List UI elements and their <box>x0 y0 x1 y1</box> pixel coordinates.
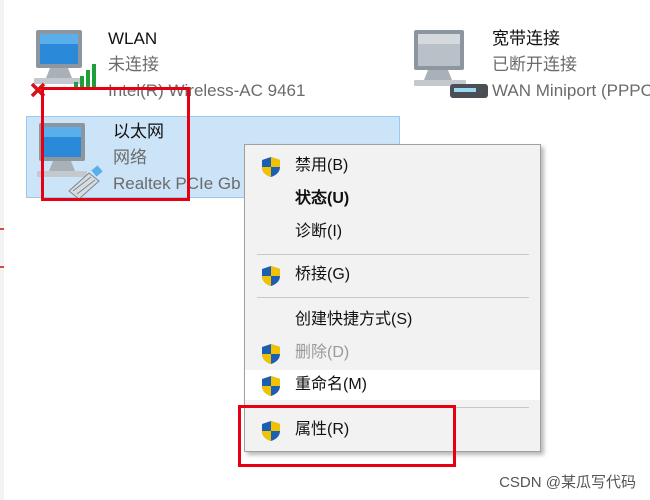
menu-item-label: 禁用(B) <box>295 157 349 174</box>
menu-item-label: 状态(U) <box>295 190 350 207</box>
uac-shield-icon <box>262 266 280 286</box>
uac-shield-icon <box>262 376 280 396</box>
left-edge-mark <box>0 266 4 268</box>
menu-separator <box>257 297 529 298</box>
left-edge-mark <box>0 228 4 230</box>
broadband-adapter-icon <box>414 30 488 98</box>
uac-shield-icon <box>262 157 280 177</box>
menu-item-label: 桥接(G) <box>295 266 351 283</box>
left-edge-strip <box>0 0 4 500</box>
annotation-box-ethernet <box>41 87 190 201</box>
menu-item-status[interactable]: 状态(U) <box>247 184 538 214</box>
menu-item-disable[interactable]: 禁用(B) <box>247 151 538 181</box>
adapter-device: WAN Miniport (PPPOE) <box>492 81 650 100</box>
menu-item-delete[interactable]: 删除(D) <box>247 338 538 368</box>
adapter-name: WLAN <box>108 29 158 48</box>
menu-item-label: 删除(D) <box>295 344 350 361</box>
adapter-name: 宽带连接 <box>492 29 560 48</box>
watermark: CSDN @某瓜写代码 <box>499 474 636 491</box>
menu-item-diagnose[interactable]: 诊断(I) <box>247 217 538 247</box>
menu-item-rename[interactable]: 重命名(M) <box>245 370 540 400</box>
adapter-status: 已断开连接 <box>492 55 577 74</box>
annotation-box-properties <box>238 405 456 467</box>
menu-item-label: 诊断(I) <box>295 223 343 240</box>
adapter-broadband[interactable]: 宽带连接 已断开连接 WAN Miniport (PPPOE) <box>410 26 650 112</box>
menu-item-label: 重命名(M) <box>295 376 367 393</box>
menu-separator <box>257 254 529 255</box>
menu-item-label: 创建快捷方式(S) <box>295 311 413 328</box>
menu-item-bridge[interactable]: 桥接(G) <box>247 260 538 290</box>
uac-shield-icon <box>262 344 280 364</box>
menu-item-create-shortcut[interactable]: 创建快捷方式(S) <box>247 305 538 335</box>
adapter-status: 未连接 <box>108 55 159 74</box>
